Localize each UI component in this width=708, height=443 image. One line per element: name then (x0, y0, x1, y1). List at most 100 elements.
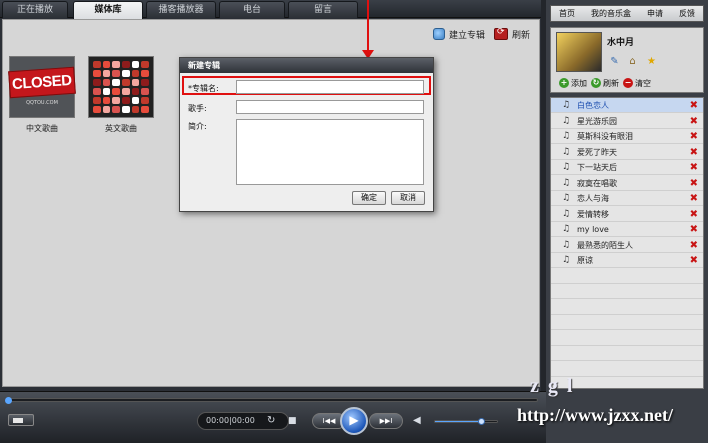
refresh-icon (494, 27, 508, 40)
watermark-url: http://www.jzxx.net/ (517, 405, 673, 425)
add-button[interactable]: + 添加 (559, 78, 587, 89)
music-note-icon: ♫ (562, 239, 571, 250)
album-tile (131, 97, 140, 104)
tab-radio[interactable]: 电台 (219, 1, 285, 18)
delete-icon[interactable]: ✖ (690, 253, 698, 268)
song-title: 原谅 (577, 256, 593, 265)
album-tile (141, 79, 149, 86)
delete-icon[interactable]: ✖ (690, 160, 698, 175)
album-cover-closed-sign[interactable]: CLOSED QQTOU.COM (8, 56, 76, 118)
screen-mode-button[interactable] (8, 414, 34, 426)
music-note-icon: ♫ (562, 146, 571, 157)
play-button[interactable]: ▶ (340, 407, 368, 435)
album-tile (93, 97, 101, 104)
music-note-icon: ♫ (562, 224, 571, 234)
delete-icon[interactable]: ✖ (690, 114, 698, 129)
album-name-input[interactable] (236, 80, 424, 94)
album-label: 中文歌曲 (26, 124, 58, 133)
tab-now-playing[interactable]: 正在播放 (2, 1, 68, 18)
side-refresh-button[interactable]: ↻ 刷新 (591, 78, 619, 89)
playlist-row[interactable]: ♫ 爱情转移 ✖ (551, 207, 703, 222)
album-tile (112, 61, 120, 68)
tab-podcast-player[interactable]: 播客播放器 (146, 1, 216, 18)
closed-sign-text: CLOSED (8, 66, 76, 98)
playlist-row[interactable]: ♫ my love ✖ (551, 222, 703, 237)
delete-icon[interactable]: ✖ (690, 129, 698, 144)
playlist: ♫ 白色恋人 ✖ ♫ 星光游乐园 ✖ ♫ 莫斯科没有眼泪 ✖ ♫ 爱死了昨天 ✖ ♫ 下一站天后 ✖ ♫ 寂寞在… (550, 97, 704, 389)
album-tile (102, 88, 111, 95)
delete-icon[interactable]: ✖ (690, 222, 698, 237)
album-label: 英文歌曲 (105, 124, 137, 133)
music-note-icon: ♫ (562, 193, 571, 203)
volume-knob[interactable] (477, 418, 485, 425)
create-album-button[interactable]: 建立专辑 (433, 27, 485, 41)
delete-icon[interactable]: ✖ (690, 98, 698, 113)
avatar[interactable] (556, 32, 602, 72)
playlist-row[interactable]: ♫ 原谅 ✖ (551, 253, 703, 268)
delete-icon[interactable]: ✖ (690, 145, 698, 160)
clear-icon: − (623, 78, 633, 88)
star-icon[interactable]: ★ (646, 56, 657, 67)
song-title: my love (577, 225, 609, 234)
album-tile (141, 88, 149, 95)
album-cover-tile-grid[interactable] (88, 56, 154, 118)
album-tile (121, 97, 130, 104)
new-album-dialog: 新建专辑 *专辑名: 歌手: 简介: 确定 取消 (179, 57, 434, 212)
nav-home[interactable]: 首页 (559, 8, 575, 19)
music-note-icon: ♫ (562, 162, 571, 172)
song-title: 寂寞在唱歌 (577, 178, 617, 188)
playlist-empty-row (551, 269, 703, 284)
album-tile (141, 70, 149, 77)
album-tile (102, 106, 111, 113)
stop-icon[interactable]: ■ (288, 414, 297, 428)
closed-sign-subtext: QQTOU.COM (26, 99, 58, 106)
volume-icon[interactable]: ◀ (413, 414, 421, 428)
playlist-empty-row (551, 346, 703, 361)
playlist-row[interactable]: ♫ 寂寞在唱歌 ✖ (551, 176, 703, 191)
side-nav: 首页 我的音乐盒 申请 反馈 (550, 5, 704, 22)
singer-input[interactable] (236, 100, 424, 114)
refresh-label: 刷新 (512, 30, 531, 41)
user-profile: 水中月 ✎ ⌂ ★ + 添加 ↻ 刷新 − 清空 (550, 27, 704, 93)
progress-knob[interactable] (5, 397, 12, 404)
playlist-row[interactable]: ♫ 爱死了昨天 ✖ (551, 145, 703, 160)
music-note-icon: ♫ (562, 115, 571, 126)
home-icon[interactable]: ⌂ (627, 56, 638, 67)
song-title: 下一站天后 (577, 163, 617, 172)
playlist-row[interactable]: ♫ 星光游乐园 ✖ (551, 114, 703, 129)
album-tile (131, 70, 140, 77)
volume-slider[interactable] (434, 418, 498, 425)
playlist-row[interactable]: ♫ 最熟悉的陌生人 ✖ (551, 238, 703, 253)
playlist-row[interactable]: ♫ 下一站天后 ✖ (551, 160, 703, 175)
cancel-button[interactable]: 取消 (391, 191, 425, 205)
delete-icon[interactable]: ✖ (690, 238, 698, 253)
repeat-icon[interactable]: ↻ (267, 414, 275, 428)
pencil-icon[interactable]: ✎ (609, 56, 620, 67)
album-english-songs[interactable]: 英文歌曲 (87, 56, 155, 134)
delete-icon[interactable]: ✖ (690, 176, 698, 191)
playlist-row[interactable]: ♫ 莫斯科没有眼泪 ✖ (551, 129, 703, 144)
playlist-row[interactable]: ♫ 恋人与海 ✖ (551, 191, 703, 206)
clear-button[interactable]: − 清空 (623, 78, 651, 89)
nav-feedback[interactable]: 反馈 (679, 8, 695, 19)
album-tile (131, 88, 140, 95)
ok-button[interactable]: 确定 (352, 191, 386, 205)
delete-icon[interactable]: ✖ (690, 191, 698, 206)
album-chinese-songs[interactable]: CLOSED QQTOU.COM 中文歌曲 (8, 56, 76, 134)
song-title: 最熟悉的陌生人 (577, 240, 633, 250)
next-button[interactable]: ▶▶I (369, 413, 403, 429)
tab-message[interactable]: 留言 (288, 1, 358, 18)
nav-my-music-box[interactable]: 我的音乐盒 (591, 8, 631, 19)
delete-icon[interactable]: ✖ (690, 207, 698, 222)
tab-media-library[interactable]: 媒体库 (73, 1, 143, 19)
refresh-button[interactable]: 刷新 (494, 27, 530, 41)
album-tile (141, 61, 149, 68)
music-note-icon: ♫ (562, 208, 571, 219)
album-tile (93, 70, 101, 77)
playlist-row[interactable]: ♫ 白色恋人 ✖ (551, 98, 703, 113)
album-tile (121, 106, 130, 113)
music-note-icon: ♫ (562, 177, 571, 188)
progress-bar[interactable] (5, 397, 538, 404)
intro-textarea[interactable] (236, 119, 424, 185)
nav-apply[interactable]: 申请 (647, 8, 663, 19)
